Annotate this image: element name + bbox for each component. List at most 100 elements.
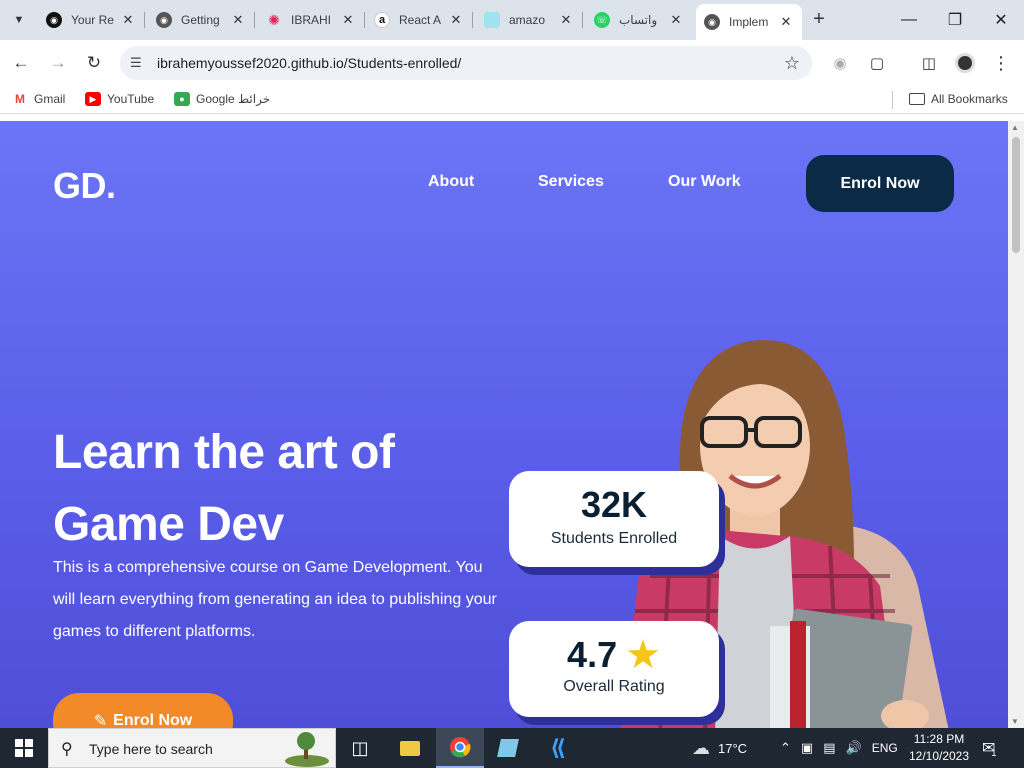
app-icon[interactable]	[484, 728, 532, 768]
language-indicator[interactable]: ENG	[872, 741, 898, 755]
close-icon[interactable]: ✕	[448, 12, 464, 28]
bookmark-label: YouTube	[107, 92, 155, 106]
tab-active[interactable]: ◉ Implem ✕	[696, 4, 802, 40]
chevron-up-icon[interactable]: ⌃	[780, 740, 791, 756]
forward-button[interactable]: →	[45, 50, 71, 76]
task-view-icon[interactable]: ◫	[336, 728, 384, 768]
tab-strip: ▼ ◉ Your Re ✕ ◉ Getting ✕ ✺ IBRAHI ✕ a R…	[0, 0, 1024, 40]
browser-window: ▼ ◉ Your Re ✕ ◉ Getting ✕ ✺ IBRAHI ✕ a R…	[0, 0, 1024, 728]
browser-toolbar: ← → ↻ ☰ ibrahemyoussef2020.github.io/Stu…	[0, 40, 1024, 86]
all-bookmarks[interactable]: All Bookmarks	[909, 92, 1008, 106]
react-icon: ✺	[268, 11, 280, 28]
taskbar-search[interactable]: ⚲ Type here to search	[48, 728, 336, 768]
tab-separator	[144, 12, 145, 28]
nav-link-services[interactable]: Services	[538, 173, 604, 191]
scrollbar-thumb[interactable]	[1012, 137, 1020, 253]
close-icon[interactable]: ✕	[558, 12, 574, 28]
weather-widget[interactable]: ☁ 17°C	[692, 728, 747, 768]
tab-search-button[interactable]: ▼	[6, 8, 32, 32]
tab[interactable]: ✺ IBRAHI ✕	[258, 6, 365, 34]
close-icon[interactable]: ✕	[340, 12, 356, 28]
tab-label: amazo	[509, 13, 546, 27]
restore-button[interactable]: ❐	[932, 0, 978, 40]
tab[interactable]: ☏ واتساب ✕	[586, 6, 692, 34]
notifications-button[interactable]: ✉ 1	[982, 728, 996, 768]
tab[interactable]: amazo ✕	[476, 6, 583, 34]
chrome-icon[interactable]	[436, 728, 484, 768]
all-bookmarks-label: All Bookmarks	[931, 92, 1008, 106]
windows-icon	[15, 739, 33, 757]
puzzle-icon[interactable]: ▢	[866, 52, 888, 74]
close-icon[interactable]: ✕	[230, 12, 246, 28]
bookmark-maps[interactable]: ● Google خرائط	[174, 92, 270, 106]
back-button[interactable]: ←	[8, 50, 34, 76]
hero-title-line: Learn the art of	[53, 426, 395, 479]
bookmark-star-icon[interactable]: ☆	[784, 53, 800, 74]
search-placeholder: Type here to search	[89, 741, 213, 757]
enrol-now-button[interactable]: Enrol Now	[806, 155, 954, 212]
tab-label: Getting	[181, 13, 220, 27]
reload-button[interactable]: ↻	[81, 50, 107, 76]
network-icon[interactable]: ▤	[823, 740, 835, 756]
close-icon[interactable]: ✕	[778, 14, 794, 30]
page-icon	[484, 12, 500, 28]
address-bar[interactable]: ☰ ibrahemyoussef2020.github.io/Students-…	[120, 46, 812, 80]
url-text[interactable]: ibrahemyoussef2020.github.io/Students-en…	[157, 55, 461, 71]
hero-enrol-button[interactable]: ✎ Enrol Now	[53, 693, 233, 728]
stat-card-rating: 4.7 ★ Overall Rating	[509, 621, 719, 717]
edit-icon: ✎	[93, 713, 108, 728]
youtube-icon: ▶	[85, 92, 101, 106]
bookmarks-bar: M Gmail ▶ YouTube ● Google خرائط All Boo…	[0, 86, 1024, 114]
nav-link-about[interactable]: About	[428, 173, 474, 191]
weather-temp: 17°C	[718, 740, 748, 756]
tab-label: React A	[399, 13, 442, 27]
page-scrollbar[interactable]: ▲ ▼	[1008, 121, 1024, 728]
chevron-down-icon: ▼	[13, 14, 25, 26]
whatsapp-icon: ☏	[594, 12, 610, 28]
star-icon: ★	[625, 633, 661, 677]
stat-value-row: 4.7 ★	[509, 634, 719, 676]
landscape-icon	[285, 732, 329, 767]
close-window-button[interactable]: ✕	[978, 0, 1024, 40]
scroll-up-icon[interactable]: ▲	[1011, 123, 1019, 132]
extension-icon[interactable]: ◉	[829, 52, 851, 74]
tab-label: واتساب	[619, 13, 658, 27]
hero-enrol-label: Enrol Now	[113, 712, 193, 728]
volume-icon[interactable]: 🔊	[846, 740, 862, 756]
tab[interactable]: a React A ✕	[366, 6, 473, 34]
tab-label: Your Re	[71, 13, 114, 27]
new-tab-button[interactable]: +	[806, 8, 832, 32]
maps-icon: ●	[174, 92, 190, 106]
stat-label: Students Enrolled	[550, 530, 678, 547]
bookmark-label: Gmail	[34, 92, 66, 106]
hero-description: This is a comprehensive course on Game D…	[53, 559, 497, 640]
vscode-icon[interactable]: ⟪	[534, 728, 582, 768]
globe-icon: ◉	[156, 12, 172, 28]
site-info-icon[interactable]: ☰	[130, 55, 146, 71]
clock[interactable]: 11:28 PM 12/10/2023	[906, 731, 972, 765]
hero-title: Learn the art of Game Dev	[53, 417, 493, 561]
tab[interactable]: ◉ Getting ✕	[148, 6, 255, 34]
avatar[interactable]	[954, 52, 976, 74]
start-button[interactable]	[0, 728, 48, 768]
menu-icon[interactable]: ⋮	[990, 52, 1012, 74]
site-logo[interactable]: GD.	[53, 165, 116, 207]
folder-icon	[909, 93, 925, 105]
bookmark-youtube[interactable]: ▶ YouTube	[85, 92, 154, 106]
meet-icon[interactable]: ▣	[801, 740, 813, 756]
minimize-button[interactable]: —	[886, 0, 932, 40]
clock-time: 11:28 PM	[913, 732, 965, 746]
gmail-icon: M	[12, 92, 28, 106]
amazon-icon: a	[374, 12, 390, 28]
clock-date: 12/10/2023	[908, 749, 970, 763]
close-icon[interactable]: ✕	[668, 12, 684, 28]
bookmark-gmail[interactable]: M Gmail	[12, 92, 65, 106]
globe-icon: ◉	[704, 14, 720, 30]
tab[interactable]: ◉ Your Re ✕	[38, 6, 145, 34]
scroll-down-icon[interactable]: ▼	[1011, 717, 1019, 726]
close-icon[interactable]: ✕	[120, 12, 136, 28]
side-panel-icon[interactable]: ◫	[918, 52, 940, 74]
nav-link-our-work[interactable]: Our Work	[668, 173, 741, 191]
file-explorer-icon[interactable]	[386, 728, 434, 768]
stat-value: 32K	[580, 484, 648, 525]
